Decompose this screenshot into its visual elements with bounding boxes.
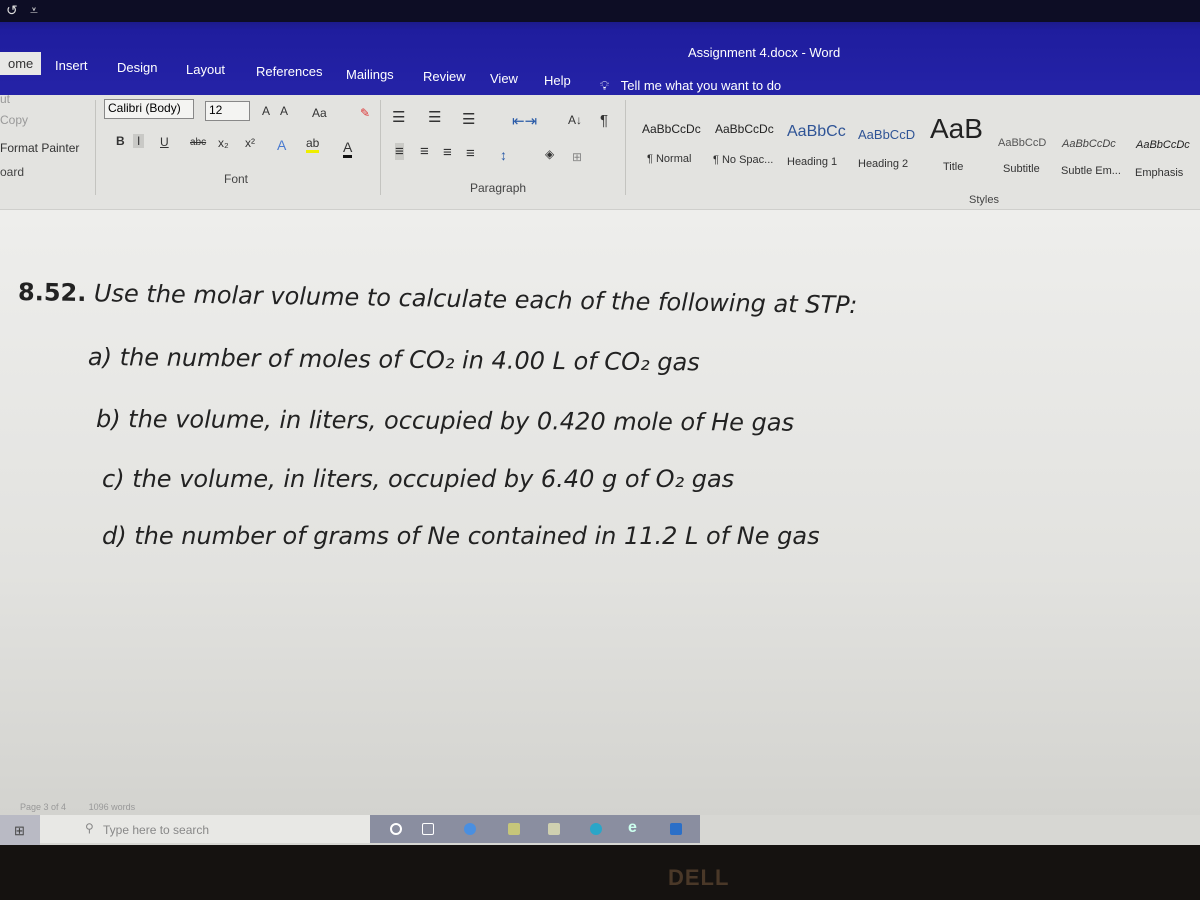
taskbar-apps: e <box>370 815 700 843</box>
cut-button[interactable]: ut <box>0 92 10 106</box>
format-painter-button[interactable]: Format Painter <box>0 141 79 155</box>
document-title: Assignment 4.docx - Word <box>688 45 841 60</box>
style-normal-label[interactable]: ¶ Normal <box>647 153 691 165</box>
italic-button[interactable]: I <box>133 134 145 148</box>
multilevel-list-icon[interactable]: ☰ <box>462 110 475 128</box>
monitor-bezel <box>0 845 1200 900</box>
text-effects-button[interactable]: A <box>277 137 286 153</box>
cortana-icon[interactable] <box>390 823 402 835</box>
style-subtle-emphasis-sample[interactable]: AaBbCcDc <box>1062 138 1116 150</box>
tab-insert[interactable]: Insert <box>55 58 88 73</box>
style-nospacing-label[interactable]: ¶ No Spac... <box>713 154 773 166</box>
style-heading2-label[interactable]: Heading 2 <box>858 158 908 170</box>
edge-icon[interactable] <box>590 823 602 835</box>
dell-logo: DELL <box>668 865 730 890</box>
font-name-select[interactable]: Calibri (Body) <box>104 99 194 119</box>
search-icon: ⚲ <box>85 821 94 835</box>
style-nospacing-sample[interactable]: AaBbCcDc <box>715 122 774 136</box>
align-right-icon[interactable]: ≡ <box>443 144 452 161</box>
start-button[interactable]: ⊞ <box>0 815 40 845</box>
style-subtitle-sample[interactable]: AaBbCcD <box>998 137 1046 149</box>
status-bar: Page 3 of 4 1096 words <box>20 802 135 812</box>
divider <box>95 100 96 195</box>
tab-references[interactable]: References <box>256 64 322 79</box>
copy-button[interactable]: Copy <box>0 113 28 127</box>
tab-view[interactable]: View <box>490 71 518 86</box>
monitor-bezel-top <box>0 0 1200 22</box>
question-text: Use the molar volume to calculate each o… <box>93 279 858 320</box>
indent-icons[interactable]: ⇤⇥ <box>512 112 537 130</box>
task-view-icon[interactable] <box>422 823 434 835</box>
style-heading1-sample[interactable]: AaBbCc <box>787 123 846 141</box>
store-icon[interactable] <box>548 823 560 835</box>
title-bar: ↺ ⩡ Assignment 4.docx - Word ome Insert … <box>0 0 1200 100</box>
shrink-font-button[interactable]: A <box>280 104 288 118</box>
borders-icon[interactable]: ⊞ <box>572 150 582 164</box>
customize-qat-icon[interactable]: ⩡ <box>30 2 38 19</box>
style-heading2-sample[interactable]: AaBbCcD <box>858 127 915 142</box>
sort-button[interactable]: A↓ <box>568 113 582 127</box>
highlight-button[interactable]: ab <box>306 136 320 153</box>
superscript-button[interactable]: x² <box>245 136 255 150</box>
taskbar-search[interactable]: ⚲ Type here to search <box>40 815 370 843</box>
paragraph-group-label: Paragraph <box>470 181 527 195</box>
style-normal-sample[interactable]: AaBbCcDc <box>642 122 701 136</box>
file-explorer-icon[interactable] <box>508 823 520 835</box>
question-heading: 8.52. Use the molar volume to calculate … <box>18 278 858 319</box>
undo-icon[interactable]: ↺ <box>6 2 18 19</box>
bullets-icon[interactable]: ☰ <box>392 108 405 126</box>
show-formatting-button[interactable]: ¶ <box>600 112 608 129</box>
divider <box>380 100 381 195</box>
styles-group-label: Styles <box>969 194 999 206</box>
style-emphasis-label[interactable]: Emphasis <box>1135 167 1183 179</box>
question-part-a: a) the number of moles of CO₂ in 4.00 L … <box>87 343 700 377</box>
word-count[interactable]: 1096 words <box>89 802 136 812</box>
align-left-icon[interactable]: ≡ <box>395 143 404 160</box>
windows-icon: ⊞ <box>14 823 25 838</box>
tab-design[interactable]: Design <box>117 60 157 75</box>
tell-me-search[interactable]: 💡︎ Tell me what you want to do <box>600 78 781 94</box>
internet-explorer-icon[interactable]: e <box>628 819 640 836</box>
style-title-label[interactable]: Title <box>943 161 963 173</box>
tab-home[interactable]: ome <box>0 52 42 75</box>
style-heading1-label[interactable]: Heading 1 <box>787 156 837 168</box>
line-spacing-icon[interactable]: ↕ <box>500 147 507 163</box>
tab-help[interactable]: Help <box>544 73 571 88</box>
divider <box>625 100 626 195</box>
tab-review[interactable]: Review <box>423 69 466 84</box>
question-number: 8.52. <box>17 278 87 308</box>
grow-font-button[interactable]: A <box>262 104 270 118</box>
question-part-b: b) the volume, in liters, occupied by 0.… <box>95 405 795 437</box>
lightbulb-icon: 💡︎ <box>600 78 610 93</box>
question-part-d: d) the number of grams of Ne contained i… <box>102 522 820 550</box>
underline-button[interactable]: U <box>160 135 169 149</box>
question-part-c: c) the volume, in liters, occupied by 6.… <box>102 465 735 493</box>
style-emphasis-sample[interactable]: AaBbCcDc <box>1136 139 1190 151</box>
clipboard-group-label: oard <box>0 165 25 179</box>
style-subtitle-label[interactable]: Subtitle <box>1003 163 1040 175</box>
tell-me-label: Tell me what you want to do <box>620 78 782 93</box>
font-group-label: Font <box>224 172 249 186</box>
justify-icon[interactable]: ≡ <box>466 145 475 162</box>
shading-icon[interactable]: ◈ <box>545 147 554 161</box>
chrome-icon[interactable] <box>464 823 476 835</box>
change-case-button[interactable]: Aa <box>312 106 327 120</box>
style-title-sample[interactable]: AaB <box>930 113 983 145</box>
align-center-icon[interactable]: ≡ <box>420 143 429 160</box>
tab-layout[interactable]: Layout <box>186 62 225 77</box>
numbering-icon[interactable]: ☰ <box>428 108 441 126</box>
word-icon[interactable] <box>670 823 682 835</box>
font-size-select[interactable]: 12 <box>205 101 250 121</box>
subscript-button[interactable]: x₂ <box>218 136 229 150</box>
font-color-button[interactable]: A <box>343 139 353 158</box>
bold-button[interactable]: B <box>116 134 125 148</box>
style-subtle-emphasis-label[interactable]: Subtle Em... <box>1061 165 1121 177</box>
document-page[interactable]: 8.52. Use the molar volume to calculate … <box>0 210 1200 815</box>
page-count[interactable]: Page 3 of 4 <box>20 802 66 812</box>
search-placeholder: Type here to search <box>103 823 210 837</box>
strikethrough-button[interactable]: abc <box>190 137 206 148</box>
clear-formatting-icon[interactable]: ✎ <box>360 106 370 120</box>
tab-mailings[interactable]: Mailings <box>346 67 394 82</box>
